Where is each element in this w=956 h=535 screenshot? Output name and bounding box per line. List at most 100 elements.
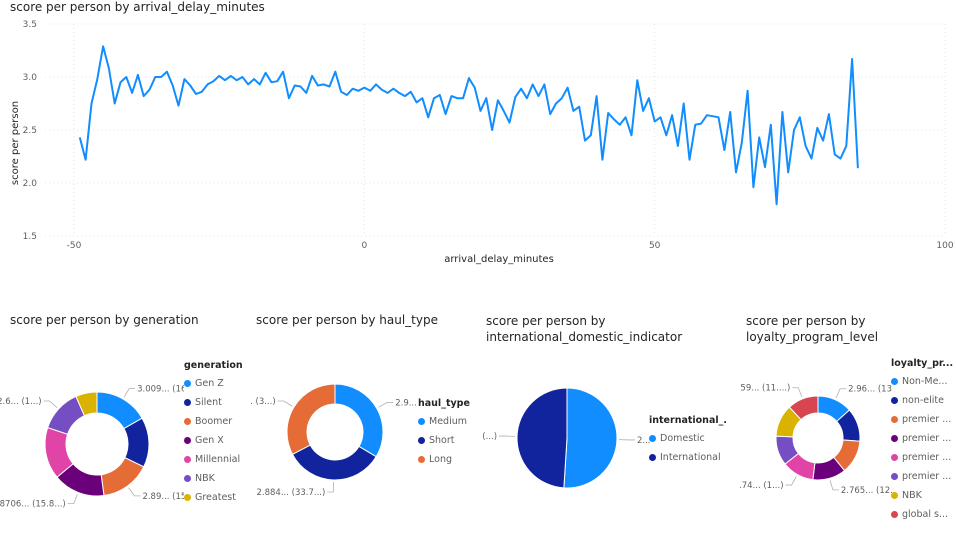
- x-axis-label: arrival_delay_minutes: [444, 254, 554, 265]
- legend-item[interactable]: NBK: [184, 469, 254, 488]
- legend-label: Greatest: [195, 492, 236, 503]
- legend-label: Millennial: [195, 454, 241, 465]
- legend-label: global s...: [902, 509, 949, 520]
- data-label-leader: [43, 400, 58, 408]
- legend-label: Boomer: [195, 416, 233, 427]
- slice-1[interactable]: [516, 387, 568, 489]
- legend-label: premier ...: [902, 414, 952, 425]
- line-chart: 1.5 2.0 2.5 3.0 3.5 -50 0 50 100 arrival_delay_…: [10, 20, 954, 265]
- line-chart-x-ticks: -50 0 50 100: [67, 241, 954, 251]
- data-label: 2.9... (3...): [395, 398, 420, 408]
- legend-title: international_...: [649, 415, 727, 426]
- legend-marker-icon: [184, 380, 191, 387]
- x-tick-label: 50: [649, 241, 661, 251]
- legend-item[interactable]: Long: [418, 450, 484, 469]
- x-tick-label: -50: [67, 241, 82, 251]
- legend-item[interactable]: Short: [418, 431, 484, 450]
- haul-chart-title: score per person by haul_type: [256, 313, 438, 327]
- legend-item[interactable]: International: [649, 448, 727, 467]
- data-label: 2.8706... (15.8...): [0, 500, 66, 510]
- legend-item[interactable]: premier ...: [891, 410, 953, 429]
- slice-1[interactable]: [291, 444, 377, 481]
- slice-0[interactable]: [563, 387, 618, 489]
- legend-marker-icon: [891, 378, 898, 385]
- slice-0[interactable]: [334, 383, 384, 458]
- data-label: 2.89... (15....: [142, 492, 184, 502]
- legend-marker-icon: [184, 475, 191, 482]
- legend-item[interactable]: Domestic: [649, 429, 727, 448]
- slice-2[interactable]: [286, 383, 336, 456]
- legend-marker-icon: [418, 437, 425, 444]
- data-label: 2... (...): [482, 432, 497, 442]
- legend-label: NBK: [902, 490, 922, 501]
- y-tick-label: 2.5: [23, 126, 37, 136]
- legend-label: Gen X: [195, 435, 224, 446]
- legend-label: Gen Z: [195, 378, 224, 389]
- data-label: 2.884... (33.7...): [256, 488, 325, 498]
- data-label: 2.74... (1...): [740, 481, 784, 491]
- x-tick-label: 0: [361, 241, 367, 251]
- generation-chart-title: score per person by generation: [10, 313, 199, 327]
- legend-item[interactable]: Silent: [184, 393, 254, 412]
- legend-marker-icon: [891, 454, 898, 461]
- data-label-leader: [128, 487, 141, 497]
- line-series: [78, 45, 859, 206]
- legend-title: haul_type: [418, 398, 470, 409]
- legend-item[interactable]: non-elite: [891, 391, 953, 410]
- y-tick-label: 1.5: [23, 232, 37, 242]
- legend-marker-icon: [891, 492, 898, 499]
- line-chart-title: score per person by arrival_delay_minute…: [10, 0, 265, 14]
- legend-title: loyalty_pr...: [891, 358, 953, 369]
- legend-item[interactable]: premier ...: [891, 467, 953, 486]
- legend-item[interactable]: Greatest: [184, 488, 254, 507]
- legend-item[interactable]: Gen Z: [184, 374, 254, 393]
- legend-marker-icon: [649, 435, 656, 442]
- legend-marker-icon: [184, 399, 191, 406]
- legend-label: International: [660, 452, 721, 463]
- data-label: 2.6... (1...): [0, 397, 42, 407]
- y-tick-label: 3.0: [23, 73, 38, 83]
- legend-item[interactable]: Gen X: [184, 431, 254, 450]
- data-label-leader: [835, 388, 847, 399]
- legend-marker-icon: [891, 473, 898, 480]
- legend-label: Non-Me...: [902, 376, 948, 387]
- legend-item[interactable]: Medium: [418, 412, 484, 431]
- legend-item[interactable]: Millennial: [184, 450, 254, 469]
- data-label-leader: [327, 481, 334, 493]
- legend-marker-icon: [184, 418, 191, 425]
- legend-label: premier ...: [902, 471, 952, 482]
- legend-marker-icon: [184, 494, 191, 501]
- generation-donut: 3.009... (16... 2.89... (15.... 2.8706... …: [0, 385, 184, 510]
- legend-item[interactable]: Non-Me...: [891, 372, 953, 391]
- legend-label: Domestic: [660, 433, 705, 444]
- legend-label: non-elite: [902, 395, 944, 406]
- data-label-leader: [277, 400, 293, 407]
- data-label-leader: [829, 480, 839, 491]
- y-tick-label: 2.0: [23, 179, 38, 189]
- legend-label: premier ...: [902, 452, 952, 463]
- legend-item[interactable]: global s...: [891, 505, 953, 524]
- data-label-leader: [792, 387, 803, 398]
- legend-title: generation: [184, 360, 243, 371]
- generation-legend: generation Gen Z Silent Boomer Gen X Millenn…: [184, 360, 254, 507]
- y-tick-label: 3.5: [23, 20, 37, 30]
- y-axis-label: score per person: [10, 101, 21, 185]
- legend-label: NBK: [195, 473, 215, 484]
- data-label: 2.96... (13...: [848, 385, 892, 395]
- legend-marker-icon: [418, 456, 425, 463]
- line-chart-y-ticks: 1.5 2.0 2.5 3.0 3.5: [23, 20, 38, 242]
- loyalty-donut: 2.96... (13... 2.765... (12.... 2.74... (1…: [740, 384, 892, 496]
- line-chart-grid: [45, 23, 946, 237]
- legend-marker-icon: [649, 454, 656, 461]
- data-label-leader: [378, 402, 394, 408]
- data-label: 2.6... (3...): [250, 397, 276, 407]
- legend-item[interactable]: NBK: [891, 486, 953, 505]
- data-label: 2.59... (11....): [740, 384, 790, 394]
- legend-item[interactable]: Boomer: [184, 412, 254, 431]
- legend-item[interactable]: premier ...: [891, 429, 953, 448]
- legend-item[interactable]: premier ...: [891, 448, 953, 467]
- slice-2[interactable]: [100, 456, 145, 497]
- loyalty-legend: loyalty_pr... Non-Me... non-elite premier …: [891, 358, 953, 524]
- data-label-leader: [123, 388, 136, 398]
- legend-label: Long: [429, 454, 452, 465]
